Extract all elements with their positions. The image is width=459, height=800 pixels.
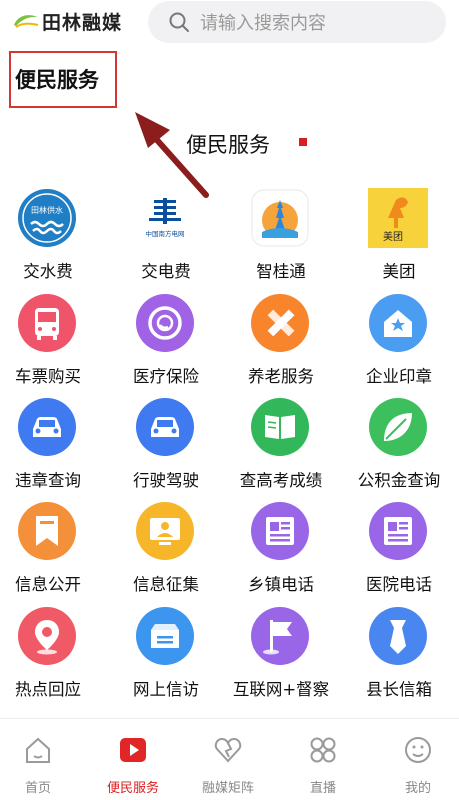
tie-icon (368, 606, 428, 666)
tab-label: 首页 (24, 781, 51, 796)
bus-icon (17, 293, 77, 353)
car-icon (17, 397, 77, 457)
service-label: 车票购买 (15, 367, 81, 386)
service-label: 养老服务 (248, 367, 314, 386)
location-pin-icon (17, 606, 77, 666)
smile-icon (403, 735, 433, 765)
service-item[interactable]: 网上信访 (109, 602, 223, 706)
service-label: 互联网+督察 (232, 680, 330, 699)
svg-text:美团: 美团 (383, 230, 403, 243)
service-item[interactable]: 查高考成绩 (224, 393, 338, 497)
service-label: 信息征集 (133, 575, 199, 594)
home-icon (23, 735, 53, 765)
service-item[interactable]: 中国南方电网 交电费 (109, 184, 223, 288)
service-label: 网上信访 (133, 680, 199, 699)
tab-smile[interactable]: 我的 (372, 719, 459, 800)
service-label: 智桂通 (256, 262, 306, 281)
document-icon (250, 501, 310, 561)
service-item[interactable]: 智桂通 (224, 184, 338, 288)
heart-icon (213, 735, 243, 765)
flag-icon (250, 606, 310, 666)
service-label: 交水费 (23, 262, 73, 281)
service-item[interactable]: 美团 美团 (342, 184, 456, 288)
service-item[interactable]: 县长信箱 (342, 602, 456, 706)
bookmark-icon (17, 501, 77, 561)
service-label: 违章查询 (15, 471, 81, 490)
mailbox-icon (135, 606, 195, 666)
service-label: 县长信箱 (366, 680, 432, 699)
pencil-ruler-icon (250, 293, 310, 353)
car-icon (135, 397, 195, 457)
service-label: 查高考成绩 (239, 471, 323, 490)
meituan-icon: 美团 (368, 188, 428, 248)
service-label: 交电费 (141, 262, 191, 281)
house-badge-icon (368, 293, 428, 353)
service-label: 医院电话 (366, 575, 432, 594)
service-item[interactable]: 车票购买 (0, 289, 105, 393)
service-item[interactable]: 企业印章 (342, 289, 456, 393)
tab-play[interactable]: 便民服务 (87, 719, 179, 800)
section-title-marker (299, 138, 307, 146)
service-label: 热点回应 (15, 680, 81, 699)
tab-heart[interactable]: 融媒矩阵 (182, 719, 274, 800)
screen-person-icon (135, 501, 195, 561)
service-item[interactable]: 医疗保险 (109, 289, 223, 393)
bottom-tab-bar: 首页 便民服务 融媒矩阵 直播 我的 (0, 718, 459, 800)
service-label: 行驶驾驶 (133, 471, 199, 490)
medical-insurance-icon (135, 293, 195, 353)
service-item[interactable]: 热点回应 (0, 602, 105, 706)
play-icon (118, 735, 148, 765)
service-label: 企业印章 (366, 367, 432, 386)
tab-label: 融媒矩阵 (201, 781, 254, 796)
service-item[interactable]: 信息征集 (109, 497, 223, 601)
grid-icon (308, 735, 338, 765)
svg-text:田林供水: 田林供水 (31, 205, 63, 215)
document-icon (368, 501, 428, 561)
china-southern-grid-icon: 中国南方电网 (135, 188, 195, 248)
service-item[interactable]: 违章查询 (0, 393, 105, 497)
service-label: 美团 (382, 262, 416, 281)
service-label: 公积金查询 (357, 471, 441, 490)
service-label: 医疗保险 (133, 367, 199, 386)
tab-home[interactable]: 首页 (0, 719, 84, 800)
service-item[interactable]: 公积金查询 (342, 393, 456, 497)
zhiguitong-icon (250, 188, 310, 248)
service-item[interactable]: 互联网+督察 (224, 602, 338, 706)
service-label: 乡镇电话 (248, 575, 314, 594)
tab-grid[interactable]: 直播 (277, 719, 369, 800)
service-item[interactable]: 信息公开 (0, 497, 105, 601)
water-company-icon: 田林供水 (17, 188, 77, 248)
tab-label: 便民服务 (106, 781, 159, 796)
service-item[interactable]: 行驶驾驶 (109, 393, 223, 497)
service-item[interactable]: 医院电话 (342, 497, 456, 601)
book-icon (250, 397, 310, 457)
service-item[interactable]: 田林供水 交水费 (0, 184, 105, 288)
leaf-icon (368, 397, 428, 457)
section-title: 便民服务 (186, 133, 270, 157)
tab-label: 我的 (404, 781, 431, 796)
service-label: 信息公开 (15, 575, 81, 594)
tab-label: 直播 (309, 781, 336, 796)
svg-text:中国南方电网: 中国南方电网 (146, 229, 185, 238)
service-item[interactable]: 养老服务 (224, 289, 338, 393)
service-item[interactable]: 乡镇电话 (224, 497, 338, 601)
